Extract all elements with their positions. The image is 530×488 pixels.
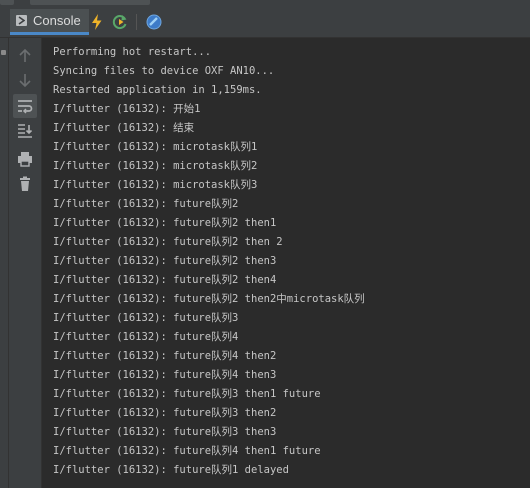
console-line: Syncing files to device OXF AN10... xyxy=(53,65,275,77)
console-line: I/flutter (16132): microtask队列3 xyxy=(53,179,258,191)
console-line: I/flutter (16132): future队列2 then1 xyxy=(53,217,277,229)
scroll-to-end-icon[interactable] xyxy=(16,122,34,140)
console-line: I/flutter (16132): future队列2 then2中micro… xyxy=(53,293,365,305)
dart-devtools-icon[interactable] xyxy=(145,13,163,31)
console-line: I/flutter (16132): future队列4 then3 xyxy=(53,369,277,381)
run-tool-window: Console Performing hot restart... Syncin… xyxy=(0,0,530,488)
hot-restart-icon[interactable] xyxy=(111,13,129,31)
console-lines: Performing hot restart... Syncing files t… xyxy=(53,43,365,480)
up-arrow-icon[interactable] xyxy=(16,47,34,65)
console-line: I/flutter (16132): future队列2 xyxy=(53,198,239,210)
console-line: I/flutter (16132): future队列4 then1 futur… xyxy=(53,445,321,457)
soft-wrap-icon[interactable] xyxy=(13,94,37,118)
toolbar-separator xyxy=(136,14,137,30)
console-line: I/flutter (16132): future队列2 then 2 xyxy=(53,236,283,248)
console-line: I/flutter (16132): future队列2 then4 xyxy=(53,274,277,286)
console-output[interactable]: Performing hot restart... Syncing files t… xyxy=(42,38,530,488)
console-line: I/flutter (16132): future队列1 delayed xyxy=(53,464,289,476)
left-tool-strip xyxy=(0,38,9,488)
tab-console[interactable]: Console xyxy=(10,9,89,35)
trash-icon[interactable] xyxy=(16,175,34,193)
console-line: I/flutter (16132): microtask队列2 xyxy=(53,160,258,172)
console-line: I/flutter (16132): future队列3 xyxy=(53,312,239,324)
editor-tab-fragment[interactable] xyxy=(30,0,150,5)
editor-tab-fragment[interactable] xyxy=(0,0,14,5)
console-line: I/flutter (16132): future队列2 then3 xyxy=(53,255,277,267)
console-line: I/flutter (16132): future队列3 then3 xyxy=(53,426,277,438)
console-line: I/flutter (16132): microtask队列1 xyxy=(53,141,258,153)
console-line: I/flutter (16132): future队列4 xyxy=(53,331,239,343)
tool-strip-marker[interactable] xyxy=(1,50,6,55)
hot-reload-icon[interactable] xyxy=(88,13,106,31)
console-icon xyxy=(16,15,27,26)
tab-console-label: Console xyxy=(33,13,81,28)
console-line: Restarted application in 1,159ms. xyxy=(53,84,262,96)
down-arrow-icon[interactable] xyxy=(16,71,34,89)
console-line: I/flutter (16132): 开始1 xyxy=(53,103,201,115)
console-line: Performing hot restart... xyxy=(53,46,212,58)
print-icon[interactable] xyxy=(16,150,34,168)
console-line: I/flutter (16132): future队列3 then1 futur… xyxy=(53,388,321,400)
console-action-gutter xyxy=(9,38,42,488)
console-line: I/flutter (16132): future队列4 then2 xyxy=(53,350,277,362)
run-toolbar: Console xyxy=(0,6,530,38)
console-line: I/flutter (16132): future队列3 then2 xyxy=(53,407,277,419)
console-line: I/flutter (16132): 结束 xyxy=(53,122,195,134)
